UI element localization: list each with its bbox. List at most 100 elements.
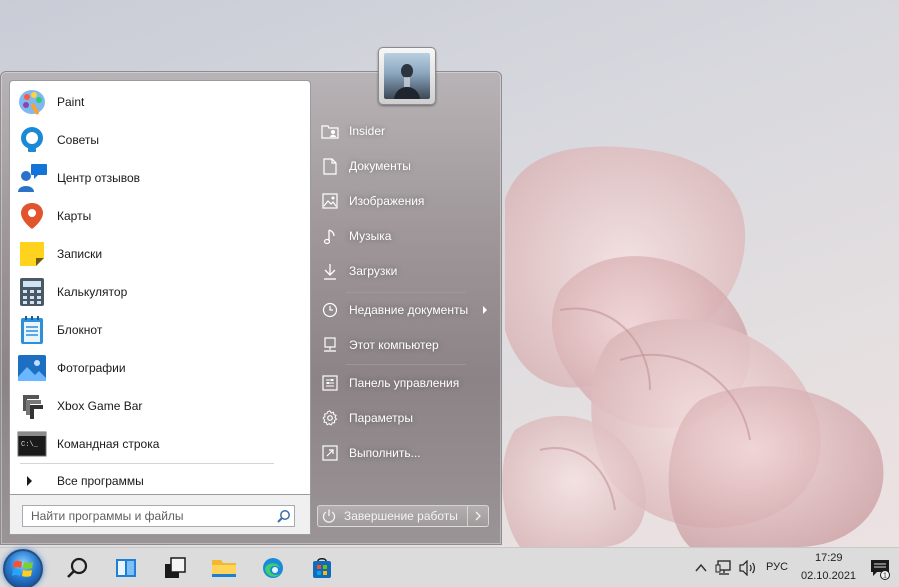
program-feedback-hub[interactable]: Центр отзывов	[14, 159, 308, 197]
search-input[interactable]	[23, 506, 274, 526]
program-maps[interactable]: Карты	[14, 197, 308, 235]
right-item-label: Загрузки	[349, 264, 398, 278]
all-programs-button[interactable]: Все программы	[14, 467, 308, 495]
right-item-label: Недавние документы	[349, 303, 469, 317]
download-icon	[321, 262, 339, 280]
search-icon	[67, 557, 88, 578]
user-avatar[interactable]	[378, 47, 436, 105]
magnifier-icon[interactable]	[274, 506, 294, 526]
clock-icon	[321, 301, 339, 319]
edge-button[interactable]	[251, 550, 295, 586]
notifications-button[interactable]: 1	[868, 557, 892, 581]
computer-icon	[321, 336, 339, 354]
right-item-insider[interactable]: Insider	[313, 116, 495, 146]
submenu-arrow-icon[interactable]	[483, 306, 487, 314]
right-item-label: Изображения	[349, 194, 425, 208]
program-label: Советы	[57, 133, 99, 147]
volume-button[interactable]	[738, 558, 758, 578]
chevron-up-icon	[695, 563, 707, 572]
music-icon	[321, 227, 339, 245]
right-item-pictures[interactable]: Изображения	[313, 186, 495, 216]
chevron-right-icon	[475, 511, 481, 521]
calculator-icon	[16, 276, 48, 308]
programs-pane: Paint Советы Центр отзывов Карты Записки	[9, 80, 311, 495]
shutdown-options-button[interactable]	[468, 506, 488, 526]
right-item-label: Музыка	[349, 229, 392, 243]
right-divider	[346, 364, 466, 365]
start-menu: Paint Советы Центр отзывов Карты Записки	[0, 47, 502, 545]
command-prompt-icon: C:\_	[16, 428, 48, 460]
gear-icon	[321, 409, 339, 427]
tips-icon	[16, 124, 48, 156]
power-icon	[322, 509, 336, 523]
program-tips[interactable]: Советы	[14, 121, 308, 159]
program-calculator[interactable]: Калькулятор	[14, 273, 308, 311]
windows-logo-icon	[12, 560, 33, 577]
program-label: Калькулятор	[57, 285, 128, 299]
divider	[20, 463, 274, 464]
program-photos[interactable]: Фотографии	[14, 349, 308, 387]
file-explorer-icon	[212, 560, 236, 577]
shutdown-label: Завершение работы	[344, 509, 458, 523]
program-label: Командная строка	[57, 437, 160, 451]
program-label: Записки	[57, 247, 103, 261]
user-folder-icon	[321, 122, 339, 140]
program-command-prompt[interactable]: C:\_ Командная строка	[14, 425, 308, 463]
search-area	[9, 495, 311, 535]
clock-date[interactable]: 02.10.2021	[801, 570, 856, 582]
program-label: Xbox Game Bar	[57, 399, 143, 413]
svg-text:C:\_: C:\_	[21, 441, 39, 449]
network-icon	[715, 560, 731, 575]
triangle-right-icon	[27, 476, 32, 486]
right-divider	[346, 292, 466, 293]
language-indicator[interactable]: РУС	[766, 561, 788, 573]
image-icon	[321, 192, 339, 210]
program-label: Paint	[57, 95, 85, 109]
shutdown-button[interactable]: Завершение работы	[318, 506, 468, 526]
program-label: Центр отзывов	[57, 171, 141, 185]
right-item-label: Документы	[349, 159, 411, 173]
sticky-notes-icon	[16, 238, 48, 270]
clock-time[interactable]: 17:29	[815, 552, 843, 564]
program-sticky-notes[interactable]: Записки	[14, 235, 308, 273]
right-item-documents[interactable]: Документы	[313, 151, 495, 181]
store-button[interactable]	[300, 550, 344, 586]
program-label: Карты	[57, 209, 92, 223]
right-item-run[interactable]: Выполнить...	[313, 438, 495, 468]
search-button[interactable]	[56, 550, 100, 586]
task-view-icon	[116, 559, 136, 577]
program-label: Фотографии	[57, 361, 126, 375]
paint-icon	[16, 86, 48, 118]
run-icon	[321, 444, 339, 462]
right-item-label: Параметры	[349, 411, 413, 425]
task-view-button[interactable]	[104, 550, 148, 586]
shutdown-button-group: Завершение работы	[317, 505, 489, 527]
show-hidden-icons-button[interactable]	[691, 558, 711, 578]
photos-icon	[16, 352, 48, 384]
program-xbox-game-bar[interactable]: Xbox Game Bar	[14, 387, 308, 425]
maps-icon	[16, 200, 48, 232]
all-programs-label: Все программы	[57, 474, 144, 488]
file-explorer-button[interactable]	[202, 550, 246, 586]
network-button[interactable]	[714, 558, 734, 578]
program-label: Блокнот	[57, 323, 103, 337]
program-notepad[interactable]: Блокнот	[14, 311, 308, 349]
taskbar: РУС 17:29 02.10.2021 1	[0, 547, 899, 587]
start-orb[interactable]	[3, 549, 43, 587]
avatar-image	[384, 53, 430, 99]
right-item-label: Insider	[349, 124, 386, 138]
right-item-recent-documents[interactable]: Недавние документы	[313, 295, 495, 325]
right-item-music[interactable]: Музыка	[313, 221, 495, 251]
right-item-downloads[interactable]: Загрузки	[313, 256, 495, 286]
search-box[interactable]	[22, 505, 295, 527]
widgets-button[interactable]	[153, 550, 197, 586]
right-item-settings[interactable]: Параметры	[313, 403, 495, 433]
widgets-icon	[165, 557, 186, 578]
right-item-this-pc[interactable]: Этот компьютер	[313, 330, 495, 360]
program-paint[interactable]: Paint	[14, 83, 308, 121]
notification-icon: 1	[871, 560, 890, 580]
right-item-control-panel[interactable]: Панель управления	[313, 368, 495, 398]
edge-icon	[263, 558, 283, 578]
notification-count: 1	[883, 573, 887, 580]
feedback-hub-icon	[16, 162, 48, 194]
